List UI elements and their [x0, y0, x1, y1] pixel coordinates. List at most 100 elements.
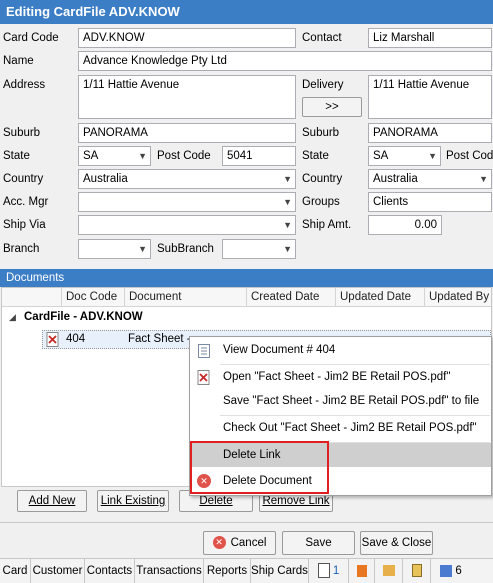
name-field[interactable]: Advance Knowledge Pty Ltd	[78, 51, 492, 71]
tab-contacts[interactable]: Contacts	[85, 559, 135, 583]
group-row-label: CardFile - ADV.KNOW	[24, 311, 143, 323]
menu-item-label: Save "Fact Sheet - Jim2 BE Retail POS.pd…	[223, 395, 480, 407]
collapse-icon[interactable]: ◢	[9, 312, 16, 323]
ship-via-label: Ship Via	[3, 219, 46, 231]
save-close-button[interactable]: Save & Close	[360, 531, 433, 555]
delivery-field[interactable]: 1/11 Hattie Avenue	[368, 75, 492, 119]
delivery-country-value: Australia	[373, 173, 418, 185]
copy-address-button[interactable]: >>	[302, 97, 362, 117]
tab-transactions[interactable]: Transactions	[135, 559, 204, 583]
delivery-state-label: State	[302, 150, 329, 162]
groups-label: Groups	[302, 196, 340, 208]
state-select[interactable]: SA ▼	[78, 146, 151, 166]
ship-amt-label: Ship Amt.	[302, 219, 352, 231]
menu-item-view-document[interactable]: View Document # 404	[190, 338, 491, 362]
country-label: Country	[3, 173, 44, 185]
chevron-down-icon: ▼	[283, 220, 292, 230]
col-document[interactable]: Document	[125, 288, 247, 307]
menu-item-label: Check Out "Fact Sheet - Jim2 BE Retail P…	[223, 422, 477, 434]
col-created-date[interactable]: Created Date	[247, 288, 336, 307]
subbranch-select[interactable]: ▼	[222, 239, 296, 259]
tab-card[interactable]: Card	[0, 559, 31, 583]
delivery-suburb-label: Suburb	[302, 127, 340, 139]
add-new-button[interactable]: Add New	[17, 490, 87, 512]
col-updated-date[interactable]: Updated Date	[336, 288, 425, 307]
card-code-label: Card Code	[3, 32, 59, 44]
menu-item-check-out[interactable]: Check Out "Fact Sheet - Jim2 BE Retail P…	[190, 416, 491, 440]
delivery-country-label: Country	[302, 173, 343, 185]
groups-field[interactable]: Clients	[368, 192, 492, 212]
contact-field[interactable]: Liz Marshall	[368, 28, 492, 48]
tab-attachments[interactable]: 6	[431, 559, 471, 583]
cancel-label: Cancel	[230, 537, 267, 549]
delivery-postcode-label: Post Code	[446, 150, 493, 162]
chevron-down-icon: ▼	[138, 151, 147, 161]
suburb-label: Suburb	[3, 127, 41, 139]
chevron-down-icon: ▼	[138, 244, 147, 254]
delete-label: Delete	[199, 495, 233, 507]
highlight-box	[190, 441, 329, 494]
remove-link-label: Remove Link	[262, 495, 330, 507]
country-select[interactable]: Australia ▼	[78, 169, 296, 189]
notes-icon	[317, 563, 330, 579]
col-updated-by[interactable]: Updated By	[425, 288, 491, 307]
cancel-button[interactable]: ✕ Cancel	[203, 531, 276, 555]
doc-code-cell: 404	[66, 333, 86, 345]
suburb-field[interactable]: PANORAMA	[78, 123, 296, 143]
delivery-country-select[interactable]: Australia ▼	[368, 169, 492, 189]
attachments-count: 6	[455, 565, 462, 577]
chevron-down-icon: ▼	[283, 174, 292, 184]
pdf-icon	[46, 332, 60, 350]
chevron-down-icon: ▼	[283, 244, 292, 254]
delivery-label: Delivery	[302, 79, 344, 91]
col-doc-code[interactable]: Doc Code	[62, 288, 125, 307]
postcode-label: Post Code	[157, 150, 211, 162]
save-button[interactable]: Save	[282, 531, 355, 555]
name-label: Name	[3, 55, 34, 67]
acc-mgr-select[interactable]: ▼	[78, 192, 296, 212]
tab-customer[interactable]: Customer	[31, 559, 85, 583]
tasks-icon	[356, 564, 367, 577]
delivery-suburb-field[interactable]: PANORAMA	[368, 123, 492, 143]
add-new-label: Add New	[28, 495, 76, 507]
cancel-icon: ✕	[212, 536, 226, 550]
delivery-state-value: SA	[373, 150, 389, 162]
menu-item-label: View Document # 404	[223, 344, 336, 356]
folder-icon	[382, 565, 395, 577]
grid-header-spacer	[2, 288, 62, 307]
branch-select[interactable]: ▼	[78, 239, 151, 259]
branch-label: Branch	[3, 243, 40, 255]
menu-item-open[interactable]: Open "Fact Sheet - Jim2 BE Retail POS.pd…	[190, 365, 491, 389]
ship-via-select[interactable]: ▼	[78, 215, 296, 235]
chevron-down-icon: ▼	[283, 197, 292, 207]
document-icon	[198, 343, 210, 367]
subbranch-label: SubBranch	[157, 243, 214, 255]
chevron-down-icon: ▼	[479, 174, 488, 184]
postcode-field[interactable]: 5041	[222, 146, 296, 166]
card-code-field[interactable]: ADV.KNOW	[78, 28, 296, 48]
link-existing-label: Link Existing	[100, 495, 166, 507]
address-field[interactable]: 1/11 Hattie Avenue	[78, 75, 296, 119]
divider	[0, 522, 493, 523]
notes-count: 1	[332, 565, 340, 577]
documents-section-title: Documents	[0, 269, 493, 287]
tab-files[interactable]	[375, 559, 403, 583]
tab-clipboard[interactable]	[403, 559, 431, 583]
address-label: Address	[3, 79, 46, 91]
clipboard-icon	[411, 564, 422, 578]
menu-item-save-to-file[interactable]: Save "Fact Sheet - Jim2 BE Retail POS.pd…	[190, 389, 491, 413]
tab-notes[interactable]: 1	[309, 559, 349, 583]
bottom-tab-bar: Card Customer Contacts Transactions Repo…	[0, 558, 493, 583]
country-value: Australia	[83, 173, 128, 185]
document-cell: Fact Sheet -	[128, 333, 191, 345]
contact-label: Contact	[302, 32, 342, 44]
link-existing-button[interactable]: Link Existing	[97, 490, 169, 512]
ship-amt-field[interactable]: 0.00	[368, 215, 442, 235]
state-value: SA	[83, 150, 99, 162]
tab-reports[interactable]: Reports	[204, 559, 251, 583]
tab-ship-cards[interactable]: Ship Cards	[251, 559, 309, 583]
tab-tasks[interactable]	[349, 559, 375, 583]
attachments-icon	[440, 564, 453, 577]
delivery-state-select[interactable]: SA ▼	[368, 146, 441, 166]
chevron-down-icon: ▼	[428, 151, 437, 161]
